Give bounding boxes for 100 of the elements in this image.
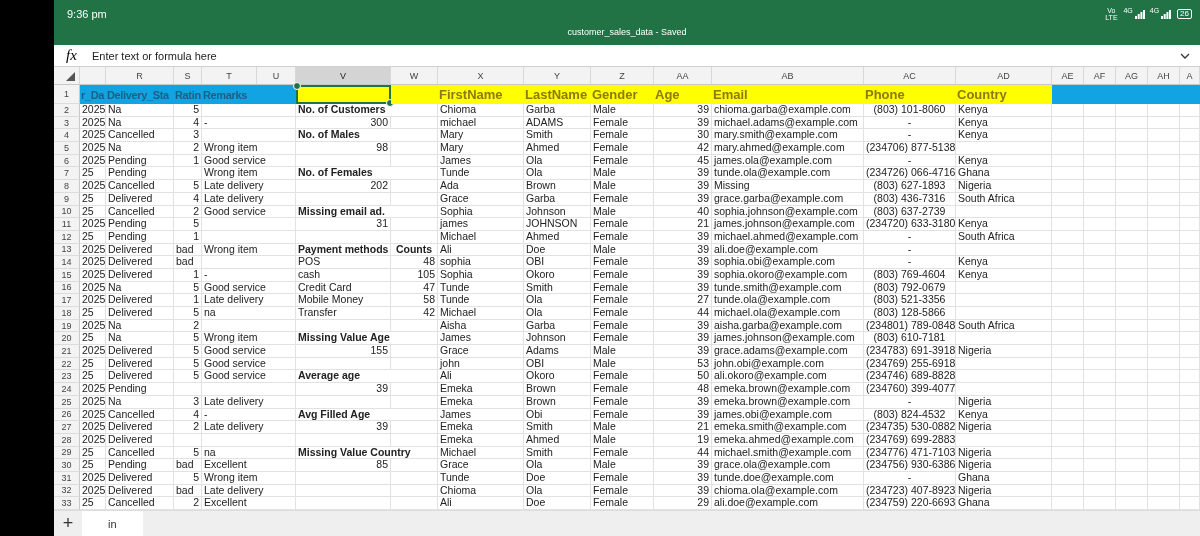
header-cell[interactable]: Gender	[591, 85, 654, 104]
row-number[interactable]: 1	[54, 85, 80, 104]
empty-cell	[1052, 142, 1084, 155]
empty-cell	[1180, 230, 1200, 244]
empty-cell	[1116, 332, 1148, 346]
row-number[interactable]: 11	[54, 218, 80, 231]
column-header[interactable]: AA	[654, 67, 712, 85]
row-number[interactable]: 30	[54, 459, 80, 472]
column-header[interactable]: AD	[956, 67, 1052, 85]
column-header[interactable]: Z	[591, 67, 654, 85]
empty-cell	[1052, 459, 1084, 472]
column-header[interactable]: U	[257, 67, 296, 85]
row-number[interactable]: 24	[54, 383, 80, 396]
header-cell[interactable]: Email	[712, 85, 864, 104]
column-header[interactable]: AE	[1052, 67, 1084, 85]
row-number[interactable]: 18	[54, 307, 80, 320]
table-cell: Sophia	[438, 268, 524, 282]
table-cell: 98	[296, 142, 391, 155]
column-header[interactable]: A	[1180, 67, 1200, 85]
column-header[interactable]: AF	[1084, 67, 1116, 85]
table-cell: emeka.brown@example.com	[712, 395, 864, 409]
table-cell: South Africa	[956, 319, 1052, 333]
empty-cell	[1180, 484, 1200, 498]
empty-cell	[1084, 319, 1116, 333]
table-cell: Delivered	[106, 345, 174, 358]
select-all-icon[interactable]	[66, 72, 75, 81]
row-number[interactable]: 7	[54, 167, 80, 181]
table-cell: 39	[654, 180, 712, 193]
table-cell: No. of Females	[296, 167, 438, 181]
column-header[interactable]: AC	[864, 67, 956, 85]
row-number[interactable]: 20	[54, 332, 80, 346]
empty-cell	[1084, 142, 1116, 155]
empty-cell	[1148, 471, 1180, 485]
column-header[interactable]: W	[391, 67, 438, 85]
header-cell[interactable]: Age	[654, 85, 712, 104]
table-cell: Female	[591, 319, 654, 333]
empty-cell	[1148, 395, 1180, 409]
formula-input[interactable]: Enter text or formula here	[92, 49, 1180, 62]
column-header[interactable]: R	[106, 67, 174, 85]
table-cell: emeka.ahmed@example.com	[712, 433, 864, 447]
row-number[interactable]: 5	[54, 142, 80, 155]
sheet-tab[interactable]: in	[82, 511, 143, 536]
column-header[interactable]: V	[296, 67, 391, 85]
function-label[interactable]: fx	[66, 47, 92, 64]
empty-cell	[1052, 383, 1084, 396]
column-header[interactable]: AG	[1116, 67, 1148, 85]
table-cell: Female	[591, 281, 654, 295]
table-cell: Na	[106, 395, 174, 409]
empty-cell	[1116, 281, 1148, 295]
header-cell[interactable]	[1180, 85, 1200, 104]
select-all-button[interactable]	[54, 67, 80, 85]
selection-handle[interactable]	[293, 82, 301, 90]
column-header[interactable]: AB	[712, 67, 864, 85]
header-cell[interactable]: Country	[956, 85, 1052, 104]
column-header[interactable]: X	[438, 67, 524, 85]
table-cell: 25	[80, 446, 106, 460]
header-cell[interactable]	[257, 85, 296, 104]
empty-cell	[1148, 307, 1180, 320]
row-number[interactable]: 2	[54, 104, 80, 117]
empty-cell	[174, 383, 202, 396]
empty-cell	[1148, 180, 1180, 193]
header-cell[interactable]	[391, 85, 438, 104]
empty-cell	[1084, 243, 1116, 257]
row-number[interactable]: 33	[54, 497, 80, 510]
column-header[interactable]: AH	[1148, 67, 1180, 85]
row-number[interactable]: 21	[54, 345, 80, 358]
empty-cell	[1052, 294, 1084, 307]
empty-cell	[391, 116, 438, 130]
table-cell: Na	[106, 332, 174, 346]
row-number[interactable]: 8	[54, 180, 80, 193]
table-cell: Female	[591, 192, 654, 206]
table-cell: mary.ahmed@example.com	[712, 142, 864, 155]
header-cell[interactable]: FirstName	[438, 85, 524, 104]
table-cell: 2025	[80, 383, 106, 396]
table-cell: Good service	[202, 154, 296, 168]
empty-cell	[391, 433, 438, 447]
table-cell: Chioma	[438, 104, 524, 117]
row-number[interactable]: 14	[54, 256, 80, 269]
table-cell: Male	[591, 459, 654, 472]
column-header[interactable]: S	[174, 67, 202, 85]
column-header[interactable]: Y	[524, 67, 591, 85]
header-cell[interactable]: LastName	[524, 85, 591, 104]
column-header[interactable]: T	[202, 67, 257, 85]
row-number[interactable]: 23	[54, 370, 80, 384]
row-number[interactable]: 17	[54, 294, 80, 307]
header-cell[interactable]: Phone	[864, 85, 956, 104]
table-cell: Pending	[106, 167, 174, 181]
chevron-down-icon[interactable]	[1180, 52, 1190, 59]
empty-cell	[1052, 230, 1084, 244]
row-number[interactable]: 27	[54, 421, 80, 434]
empty-cell	[1084, 230, 1116, 244]
header-cell[interactable]	[296, 85, 391, 104]
table-cell: Ali	[438, 243, 524, 257]
header-cell[interactable]	[1052, 85, 1084, 104]
table-cell: Good service	[202, 370, 296, 384]
table-cell: Kenya	[956, 408, 1052, 422]
row-number[interactable]: 4	[54, 129, 80, 143]
table-cell: Tunde	[438, 471, 524, 485]
table-cell: (234756) 930-6386	[864, 459, 956, 472]
empty-cell	[1052, 433, 1084, 447]
